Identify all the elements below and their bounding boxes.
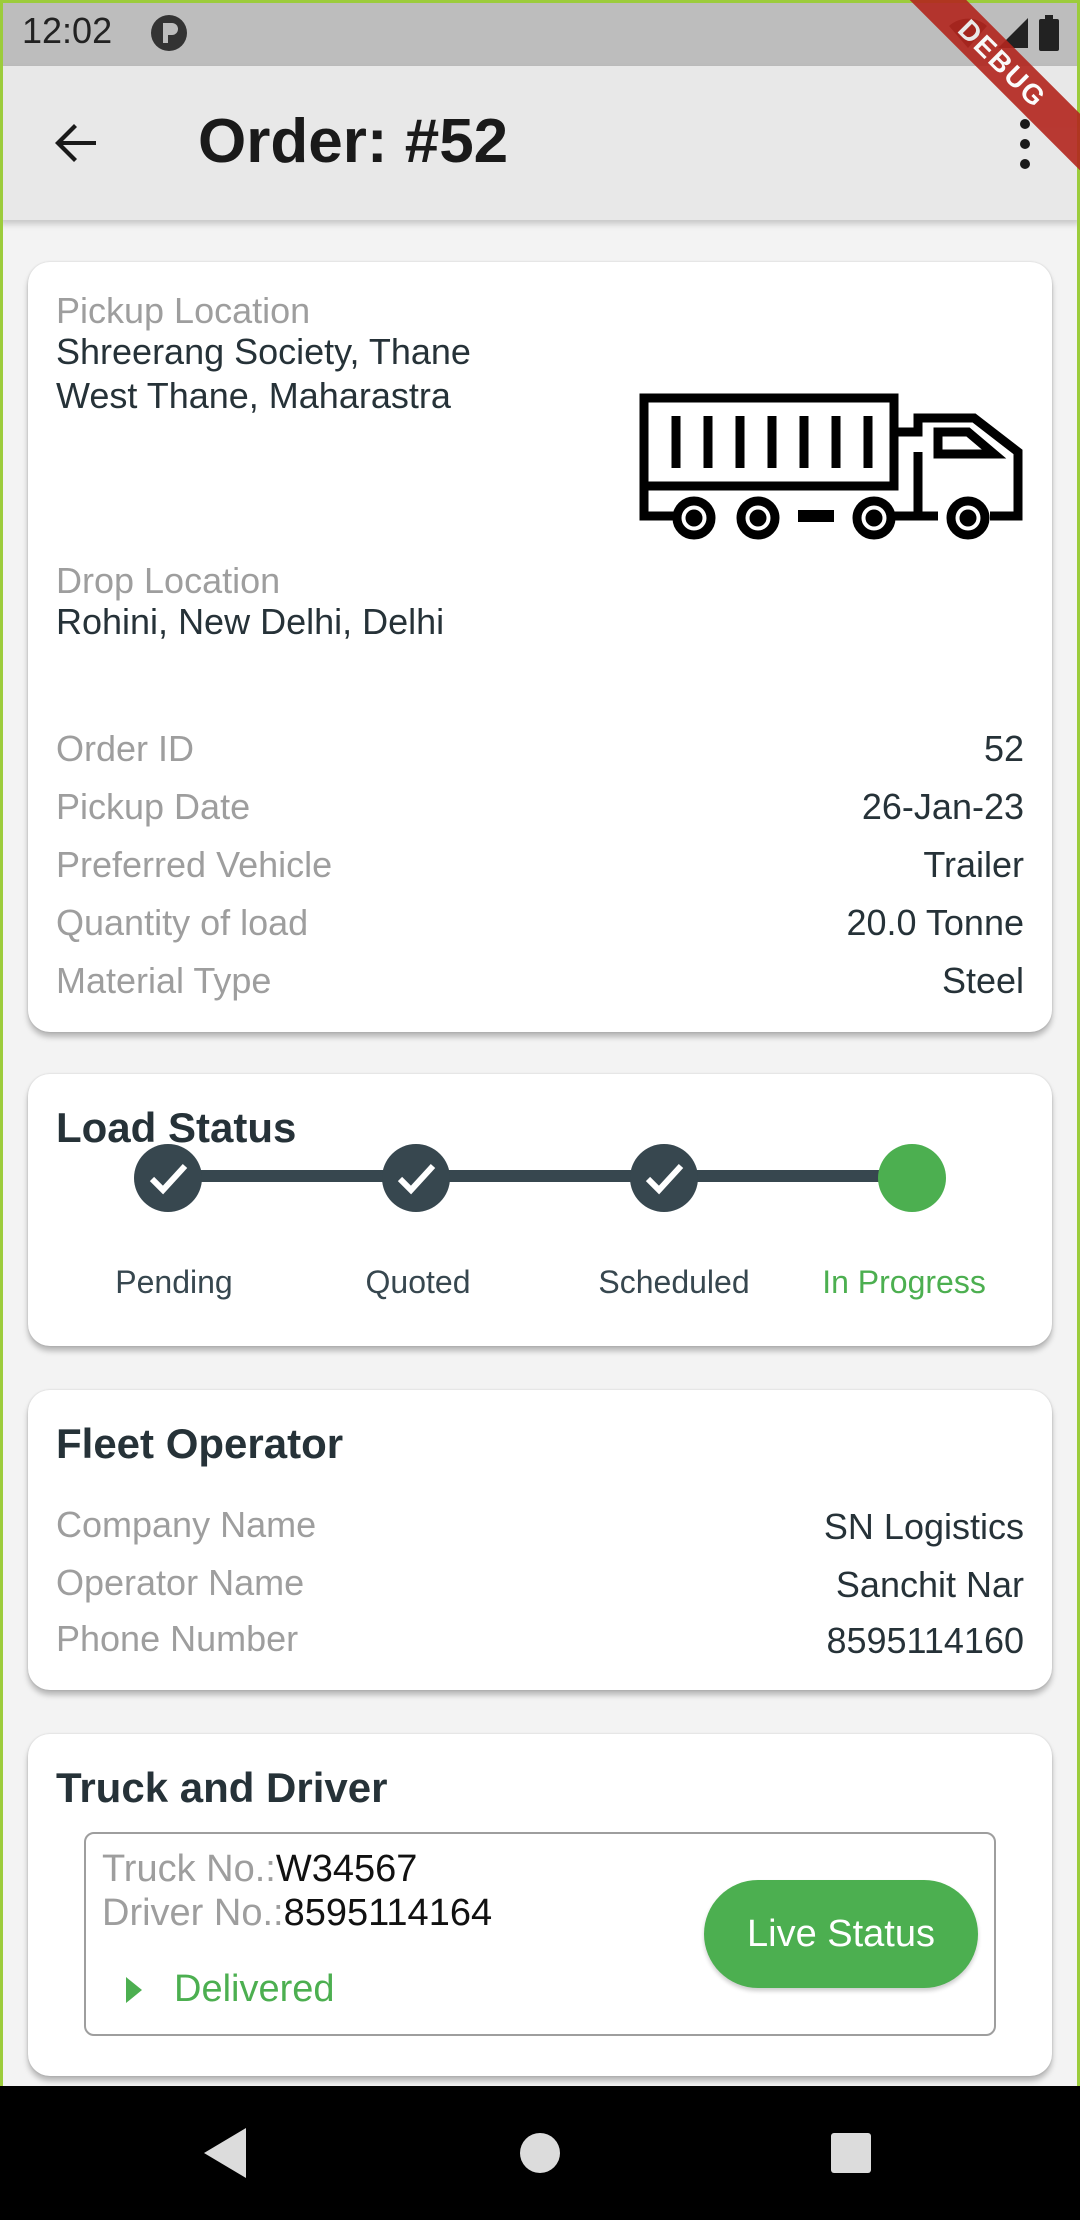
delivered-status: Delivered xyxy=(126,1968,335,2011)
step-scheduled-check-icon xyxy=(630,1144,698,1212)
company-name-value: SN Logistics xyxy=(823,1506,1024,1547)
nav-back-icon[interactable] xyxy=(196,2122,258,2184)
nav-recents-icon[interactable] xyxy=(820,2122,882,2184)
load-status-card: Load Status Pending Quoted Scheduled In … xyxy=(28,1074,1052,1346)
material-type-label: Material Type xyxy=(56,960,272,1001)
stepper-line-1 xyxy=(168,1170,408,1182)
driver-number-value: 8595114164 xyxy=(283,1892,493,1934)
system-nav-bar xyxy=(0,2086,1080,2220)
step-pending-check-icon xyxy=(134,1144,202,1212)
p-app-icon xyxy=(151,15,187,51)
order-details-card: Pickup Location Shreerang Society, Thane… xyxy=(28,262,1052,1032)
step-label-scheduled: Scheduled xyxy=(598,1264,750,1300)
company-name-label: Company Name xyxy=(56,1504,317,1545)
material-type-value: Steel xyxy=(941,960,1024,1001)
operator-name-value: Sanchit Nar xyxy=(835,1564,1024,1605)
truck-number-value: W34567 xyxy=(275,1848,418,1890)
fleet-operator-title: Fleet Operator xyxy=(56,1420,344,1467)
truck-driver-title: Truck and Driver xyxy=(56,1764,388,1811)
stepper-line-2 xyxy=(414,1170,658,1182)
order-id-label: Order ID xyxy=(56,728,195,769)
drop-value: Rohini, New Delhi, Delhi xyxy=(56,601,445,642)
fleet-operator-card: Fleet Operator Company Name SN Logistics… xyxy=(28,1390,1052,1690)
quantity-value: 20.0 Tonne xyxy=(846,902,1024,943)
quantity-label: Quantity of load xyxy=(56,902,309,943)
truck-number-row: Truck No.:W34567 xyxy=(102,1848,417,1891)
live-status-button[interactable]: Live Status xyxy=(704,1880,978,1988)
page-title: Order: #52 xyxy=(198,107,509,176)
play-arrow-icon xyxy=(126,1976,142,2003)
truck-number-label: Truck No.: xyxy=(102,1848,276,1890)
debug-banner: DEBUG xyxy=(900,0,1080,180)
pickup-line-1: Shreerang Society, Thane xyxy=(56,331,471,372)
step-in-progress-dot-icon xyxy=(878,1144,946,1212)
pickup-line-2: West Thane, Maharastra xyxy=(56,375,451,416)
step-label-pending: Pending xyxy=(115,1264,233,1300)
step-quoted-check-icon xyxy=(382,1144,450,1212)
phone-number-value: 8595114160 xyxy=(826,1620,1024,1661)
stepper-line-3 xyxy=(662,1170,906,1182)
step-label-quoted: Quoted xyxy=(365,1264,471,1300)
delivered-status-label: Delivered xyxy=(174,1968,335,2010)
truck-trailer-icon xyxy=(639,393,1023,540)
pickup-date-value: 26-Jan-23 xyxy=(861,786,1024,827)
arrow-back-icon[interactable] xyxy=(46,112,108,174)
pickup-label: Pickup Location xyxy=(56,290,311,331)
pickup-date-label: Pickup Date xyxy=(56,786,251,827)
driver-number-row: Driver No.:8595114164 xyxy=(102,1892,492,1935)
step-label-in-progress: In Progress xyxy=(822,1264,986,1300)
nav-home-icon[interactable] xyxy=(509,2122,571,2184)
preferred-vehicle-label: Preferred Vehicle xyxy=(56,844,333,885)
status-time: 12:02 xyxy=(22,10,113,51)
phone-number-label: Phone Number xyxy=(56,1618,299,1659)
operator-name-label: Operator Name xyxy=(56,1562,305,1603)
drop-label: Drop Location xyxy=(56,560,281,601)
truck-driver-card: Truck and Driver Truck No.:W34567 Driver… xyxy=(28,1734,1052,2076)
order-id-value: 52 xyxy=(983,728,1024,769)
truck-driver-item[interactable]: Truck No.:W34567 Driver No.:8595114164 D… xyxy=(84,1832,996,2036)
preferred-vehicle-value: Trailer xyxy=(923,844,1024,885)
driver-number-label: Driver No.: xyxy=(102,1892,284,1934)
